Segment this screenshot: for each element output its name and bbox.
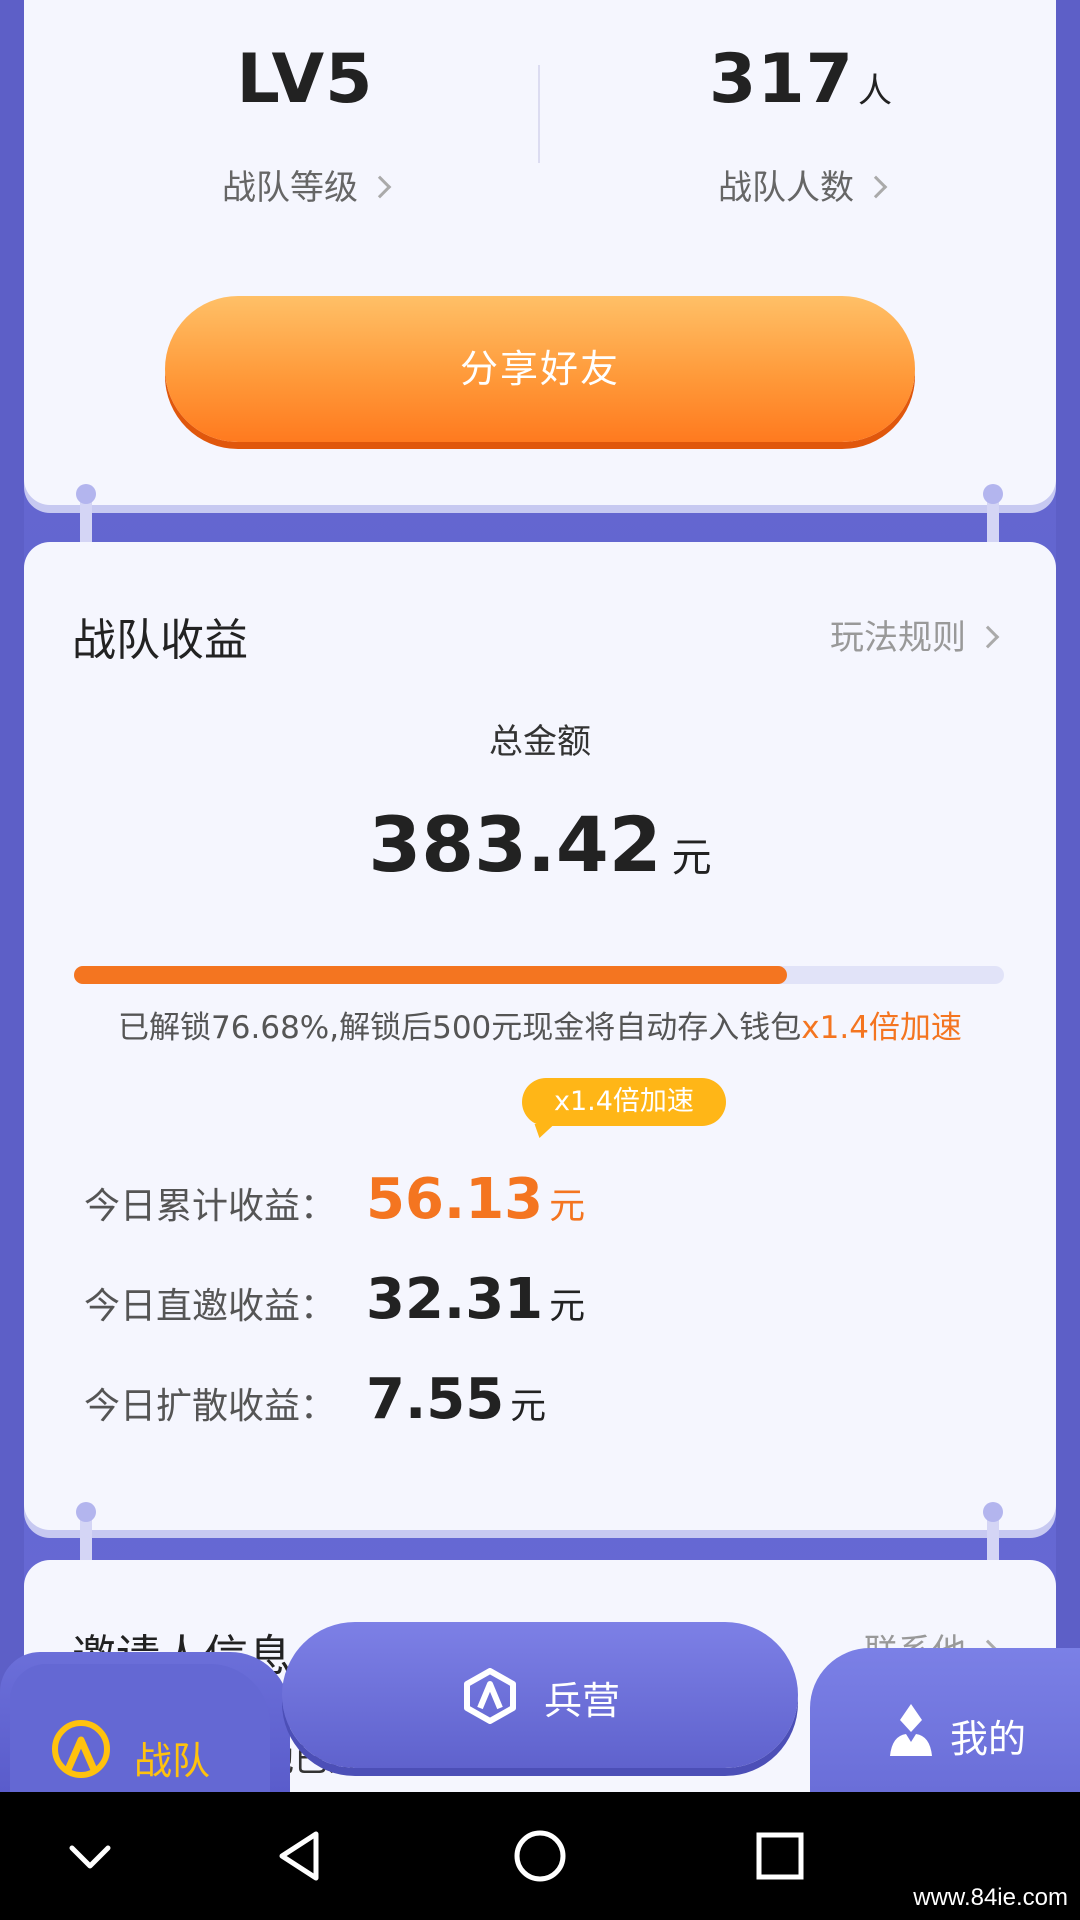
- team-members-unit: 人: [857, 71, 893, 111]
- tab-camp-label: 兵营: [544, 1679, 621, 1723]
- left-edge: [0, 0, 24, 1792]
- camp-icon: [464, 1668, 516, 1724]
- tab-team[interactable]: 战队: [0, 1652, 290, 1792]
- tab-me[interactable]: 我的: [810, 1648, 1080, 1792]
- team-level-label: 战队等级: [222, 168, 358, 208]
- team-level-value: LV5: [236, 40, 374, 119]
- right-edge: [1056, 0, 1080, 1792]
- chevron-right-icon: [864, 175, 888, 199]
- unlock-progress-fill: [74, 966, 788, 984]
- back-icon[interactable]: [272, 1826, 328, 1886]
- team-members-stat[interactable]: 317 人 战队人数: [601, 46, 1001, 209]
- earnings-title: 战队收益: [72, 615, 248, 666]
- tab-me-label: 我的: [950, 1717, 1027, 1761]
- divider: [538, 65, 540, 163]
- total-amount-value: 383.42: [368, 800, 662, 889]
- team-members-label: 战队人数: [718, 168, 854, 208]
- chevron-down-icon[interactable]: [62, 1826, 118, 1886]
- today-direct-earnings-row: 今日直邀收益： 32.31 元: [84, 1267, 586, 1332]
- user-helmet-icon: [890, 1704, 932, 1756]
- unlock-boost-text: x1.4倍加速: [801, 1010, 962, 1046]
- total-amount: 383.42 元: [24, 800, 1056, 889]
- tab-team-label: 战队: [134, 1739, 211, 1783]
- team-icon: [52, 1720, 110, 1778]
- boost-badge: x1.4倍加速: [522, 1078, 726, 1126]
- team-members-value: 317: [709, 40, 854, 119]
- team-earnings-card: 战队收益 玩法规则 总金额 383.42 元 已解锁76.68%,解锁后500元现…: [24, 542, 1056, 1530]
- total-amount-label: 总金额: [489, 722, 591, 762]
- watermark: www.84ie.com: [913, 1884, 1068, 1911]
- tab-camp[interactable]: 兵营: [282, 1622, 798, 1768]
- team-stats-card: LV5 战队等级 317 人 战队人数 分享好友: [24, 0, 1056, 505]
- recent-apps-icon[interactable]: [750, 1826, 810, 1886]
- chevron-right-icon: [976, 625, 1000, 649]
- system-navigation-bar: www.84ie.com: [0, 1792, 1080, 1920]
- unlock-description: 已解锁76.68%,解锁后500元现金将自动存入钱包x1.4倍加速: [118, 1010, 962, 1046]
- share-friends-button[interactable]: 分享好友: [165, 296, 915, 442]
- team-level-stat[interactable]: LV5 战队等级: [105, 46, 505, 209]
- today-cumulative-value: 56.13: [366, 1167, 544, 1232]
- home-icon[interactable]: [510, 1826, 570, 1886]
- chevron-right-icon: [368, 175, 392, 199]
- today-cumulative-earnings-row: 今日累计收益： 56.13 元: [84, 1167, 586, 1232]
- today-spread-earnings-row: 今日扩散收益： 7.55 元: [84, 1367, 547, 1432]
- total-amount-unit: 元: [671, 835, 712, 881]
- rules-link[interactable]: 玩法规则: [830, 610, 1000, 659]
- today-direct-value: 32.31: [366, 1267, 544, 1332]
- unlock-progress-bar: [74, 966, 1004, 984]
- bottom-tab-bar: 战队 我的 兵营: [0, 1622, 1080, 1792]
- today-spread-value: 7.55: [366, 1367, 505, 1432]
